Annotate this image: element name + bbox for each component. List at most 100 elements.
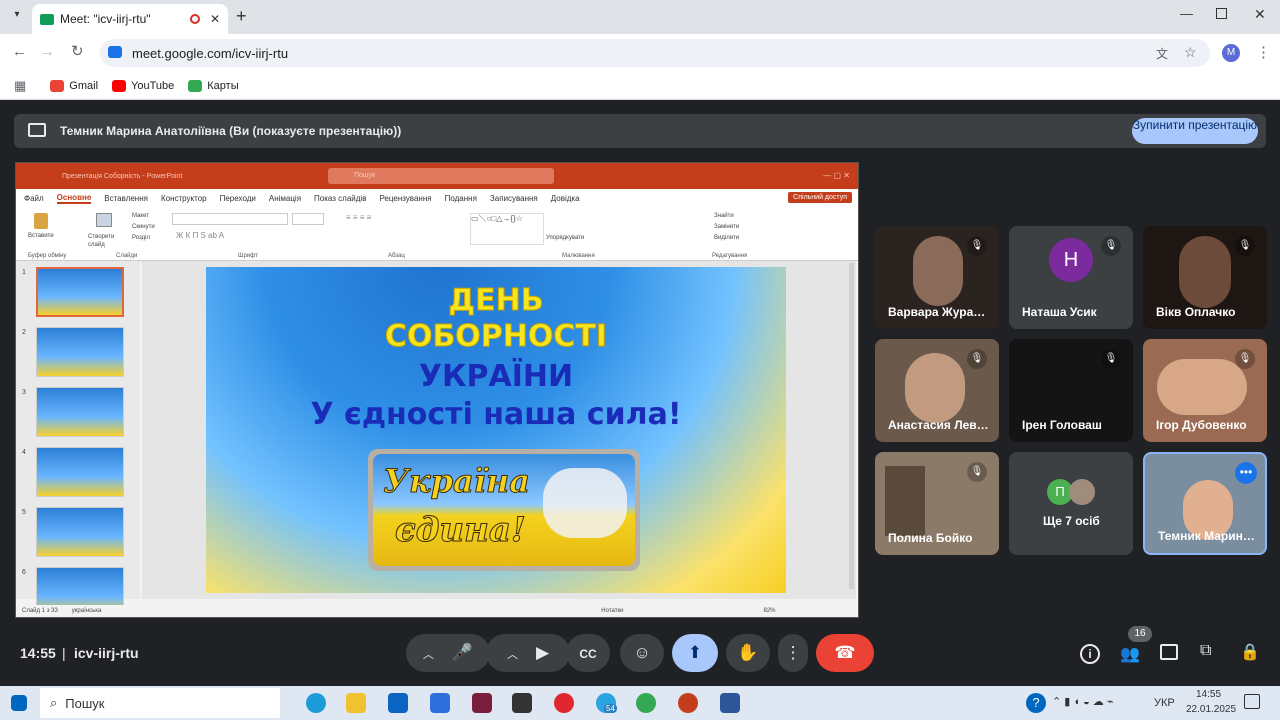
slide-thumbnail-2[interactable] — [36, 327, 124, 377]
slide-thumbnail-4[interactable] — [36, 447, 124, 497]
select-label[interactable]: Виділити — [714, 235, 739, 241]
windows-start-icon[interactable] — [11, 695, 27, 711]
notes-button[interactable]: Нотатки — [601, 608, 623, 614]
store-icon[interactable] — [430, 693, 450, 713]
powerpoint-icon[interactable] — [678, 693, 698, 713]
new-slide-icon[interactable] — [96, 213, 112, 227]
ppt-search-box[interactable]: Пошук — [328, 168, 554, 184]
bookmark-maps[interactable]: Карты — [188, 79, 239, 92]
people-icon[interactable]: 👥 — [1120, 644, 1140, 664]
clock-date[interactable]: 22.01.2025 — [1186, 704, 1236, 715]
find-label[interactable]: Знайти — [714, 213, 734, 219]
section-label[interactable]: Розділ — [132, 235, 150, 241]
font-size-box[interactable] — [292, 213, 324, 225]
bookmark-youtube[interactable]: YouTube — [112, 79, 174, 92]
activities-icon[interactable]: ⧉ — [1200, 642, 1211, 660]
word-icon[interactable] — [720, 693, 740, 713]
apps-grid-icon[interactable]: ▦ — [14, 78, 26, 94]
chevron-up-icon[interactable]: ︿ — [507, 649, 518, 661]
clock-time[interactable]: 14:55 — [1196, 689, 1221, 700]
ppt-window-controls-icon[interactable]: — ▢ ✕ — [823, 171, 850, 180]
slide-thumbnail-3[interactable] — [36, 387, 124, 437]
close-window-button[interactable]: ✕ — [1254, 6, 1266, 23]
arrange-label[interactable]: Упорядкувати — [546, 235, 584, 241]
reset-label[interactable]: Скинути — [132, 224, 155, 230]
paste-icon[interactable] — [34, 213, 48, 229]
more-options-button[interactable]: ⋮ — [778, 634, 808, 672]
bookmark-gmail[interactable]: Gmail — [50, 79, 98, 92]
vertical-scrollbar[interactable] — [849, 263, 854, 589]
participant-tile[interactable]: 🎙 Полина Бойко — [875, 452, 999, 555]
edge-icon[interactable] — [306, 693, 326, 713]
participant-tile[interactable]: 🎙 Вікв Оплачко — [1143, 226, 1267, 329]
shapes-gallery[interactable]: ▭＼○□△→{}☆ — [470, 213, 544, 245]
tray-icons[interactable]: ⌃ ▮ ◖ ◒ ☁ ⌁ — [1052, 695, 1113, 708]
slide-thumbnail-1[interactable] — [36, 267, 124, 317]
forward-icon[interactable]: → — [40, 43, 55, 60]
reload-icon[interactable]: ↻ — [71, 42, 84, 60]
menu-transitions[interactable]: Переходи — [220, 194, 256, 203]
maximize-window-button[interactable] — [1216, 8, 1227, 19]
taskbar-search-box[interactable]: ⌕ Пошук — [40, 688, 280, 718]
participant-tile[interactable]: 🎙 Ігор Дубовенко — [1143, 339, 1267, 442]
notifications-icon[interactable] — [1244, 694, 1260, 709]
menu-help[interactable]: Довідка — [551, 194, 580, 203]
bookmark-star-icon[interactable]: ☆ — [1184, 44, 1197, 61]
more-participants-tile[interactable]: П Ще 7 осіб — [1009, 452, 1133, 555]
more-options-icon[interactable]: ••• — [1235, 462, 1257, 484]
back-icon[interactable]: ← — [12, 43, 27, 60]
info-icon[interactable]: i — [1080, 644, 1100, 664]
menu-record[interactable]: Записування — [490, 194, 538, 203]
host-controls-icon[interactable]: 🔒 — [1240, 642, 1260, 662]
calendar-app-icon[interactable] — [512, 693, 532, 713]
translate-icon[interactable]: 文 — [1156, 45, 1168, 62]
ppt-share-button[interactable]: Спільний доступ — [788, 192, 852, 203]
mic-button[interactable]: ︿ 🎤 — [406, 634, 490, 672]
menu-file[interactable]: Файл — [24, 194, 44, 203]
menu-animation[interactable]: Анімація — [269, 194, 301, 203]
app-icon[interactable] — [472, 693, 492, 713]
participant-tile[interactable]: 🎙 Анастасия Лев… — [875, 339, 999, 442]
file-explorer-icon[interactable] — [346, 693, 366, 713]
menu-view[interactable]: Подання — [445, 194, 477, 203]
captions-button[interactable]: CC — [566, 634, 610, 672]
paragraph-icons[interactable]: ≡ ≡ ≡ ≡ — [346, 213, 371, 222]
opera-icon[interactable] — [554, 693, 574, 713]
menu-review[interactable]: Рецензування — [379, 194, 431, 203]
tab-list-chevron-icon[interactable]: ▾ — [8, 9, 26, 25]
minimize-window-button[interactable]: — — [1180, 6, 1193, 21]
font-format-icons[interactable]: Ж К П S ab A — [176, 231, 224, 240]
replace-label[interactable]: Замінити — [714, 224, 739, 230]
help-icon[interactable]: ? — [1026, 693, 1046, 713]
current-slide[interactable]: ДЕНЬ СОБОРНОСТІ УКРАЇНИ У єдності наша с… — [206, 267, 786, 593]
participant-tile[interactable]: Н 🎙 Наташа Усик — [1009, 226, 1133, 329]
tab-close-icon[interactable]: ✕ — [210, 12, 220, 26]
outlook-icon[interactable] — [388, 693, 408, 713]
layout-label[interactable]: Макет — [132, 213, 149, 219]
new-tab-button[interactable]: + — [236, 6, 247, 27]
chat-icon[interactable] — [1160, 644, 1178, 660]
reactions-button[interactable]: ☺ — [620, 634, 664, 672]
browser-menu-icon[interactable]: ⋮ — [1256, 43, 1271, 61]
address-bar[interactable]: meet.google.com/icv-iirj-rtu 文 ☆ — [100, 39, 1210, 67]
camera-button[interactable]: ︿ ▶ — [486, 634, 570, 672]
menu-slideshow[interactable]: Показ слайдів — [314, 194, 366, 203]
profile-avatar[interactable]: M — [1222, 44, 1240, 62]
zoom-level[interactable]: 82% — [763, 608, 775, 614]
participant-tile[interactable]: 🎙 Ірен Головаш — [1009, 339, 1133, 442]
raise-hand-button[interactable]: ✋ — [726, 634, 770, 672]
menu-design[interactable]: Конструктор — [161, 194, 207, 203]
keyboard-language[interactable]: УКР — [1154, 697, 1175, 709]
chrome-icon[interactable] — [636, 693, 656, 713]
menu-home[interactable]: Основне — [56, 193, 92, 204]
browser-tab-meet[interactable]: Meet: "icv-iirj-rtu" ✕ — [32, 4, 228, 34]
site-info-icon[interactable] — [108, 46, 122, 58]
stop-presenting-button[interactable]: Зупинити презентацію — [1132, 118, 1258, 144]
font-family-box[interactable] — [172, 213, 288, 225]
slide-thumbnail-5[interactable] — [36, 507, 124, 557]
leave-call-button[interactable]: ☎ — [816, 634, 874, 672]
participant-tile[interactable]: 🎙 Варвара Жура… — [875, 226, 999, 329]
chevron-up-icon[interactable]: ︿ — [423, 649, 434, 661]
self-tile[interactable]: ••• Темник Марин… — [1143, 452, 1267, 555]
menu-insert[interactable]: Вставлення — [104, 194, 148, 203]
